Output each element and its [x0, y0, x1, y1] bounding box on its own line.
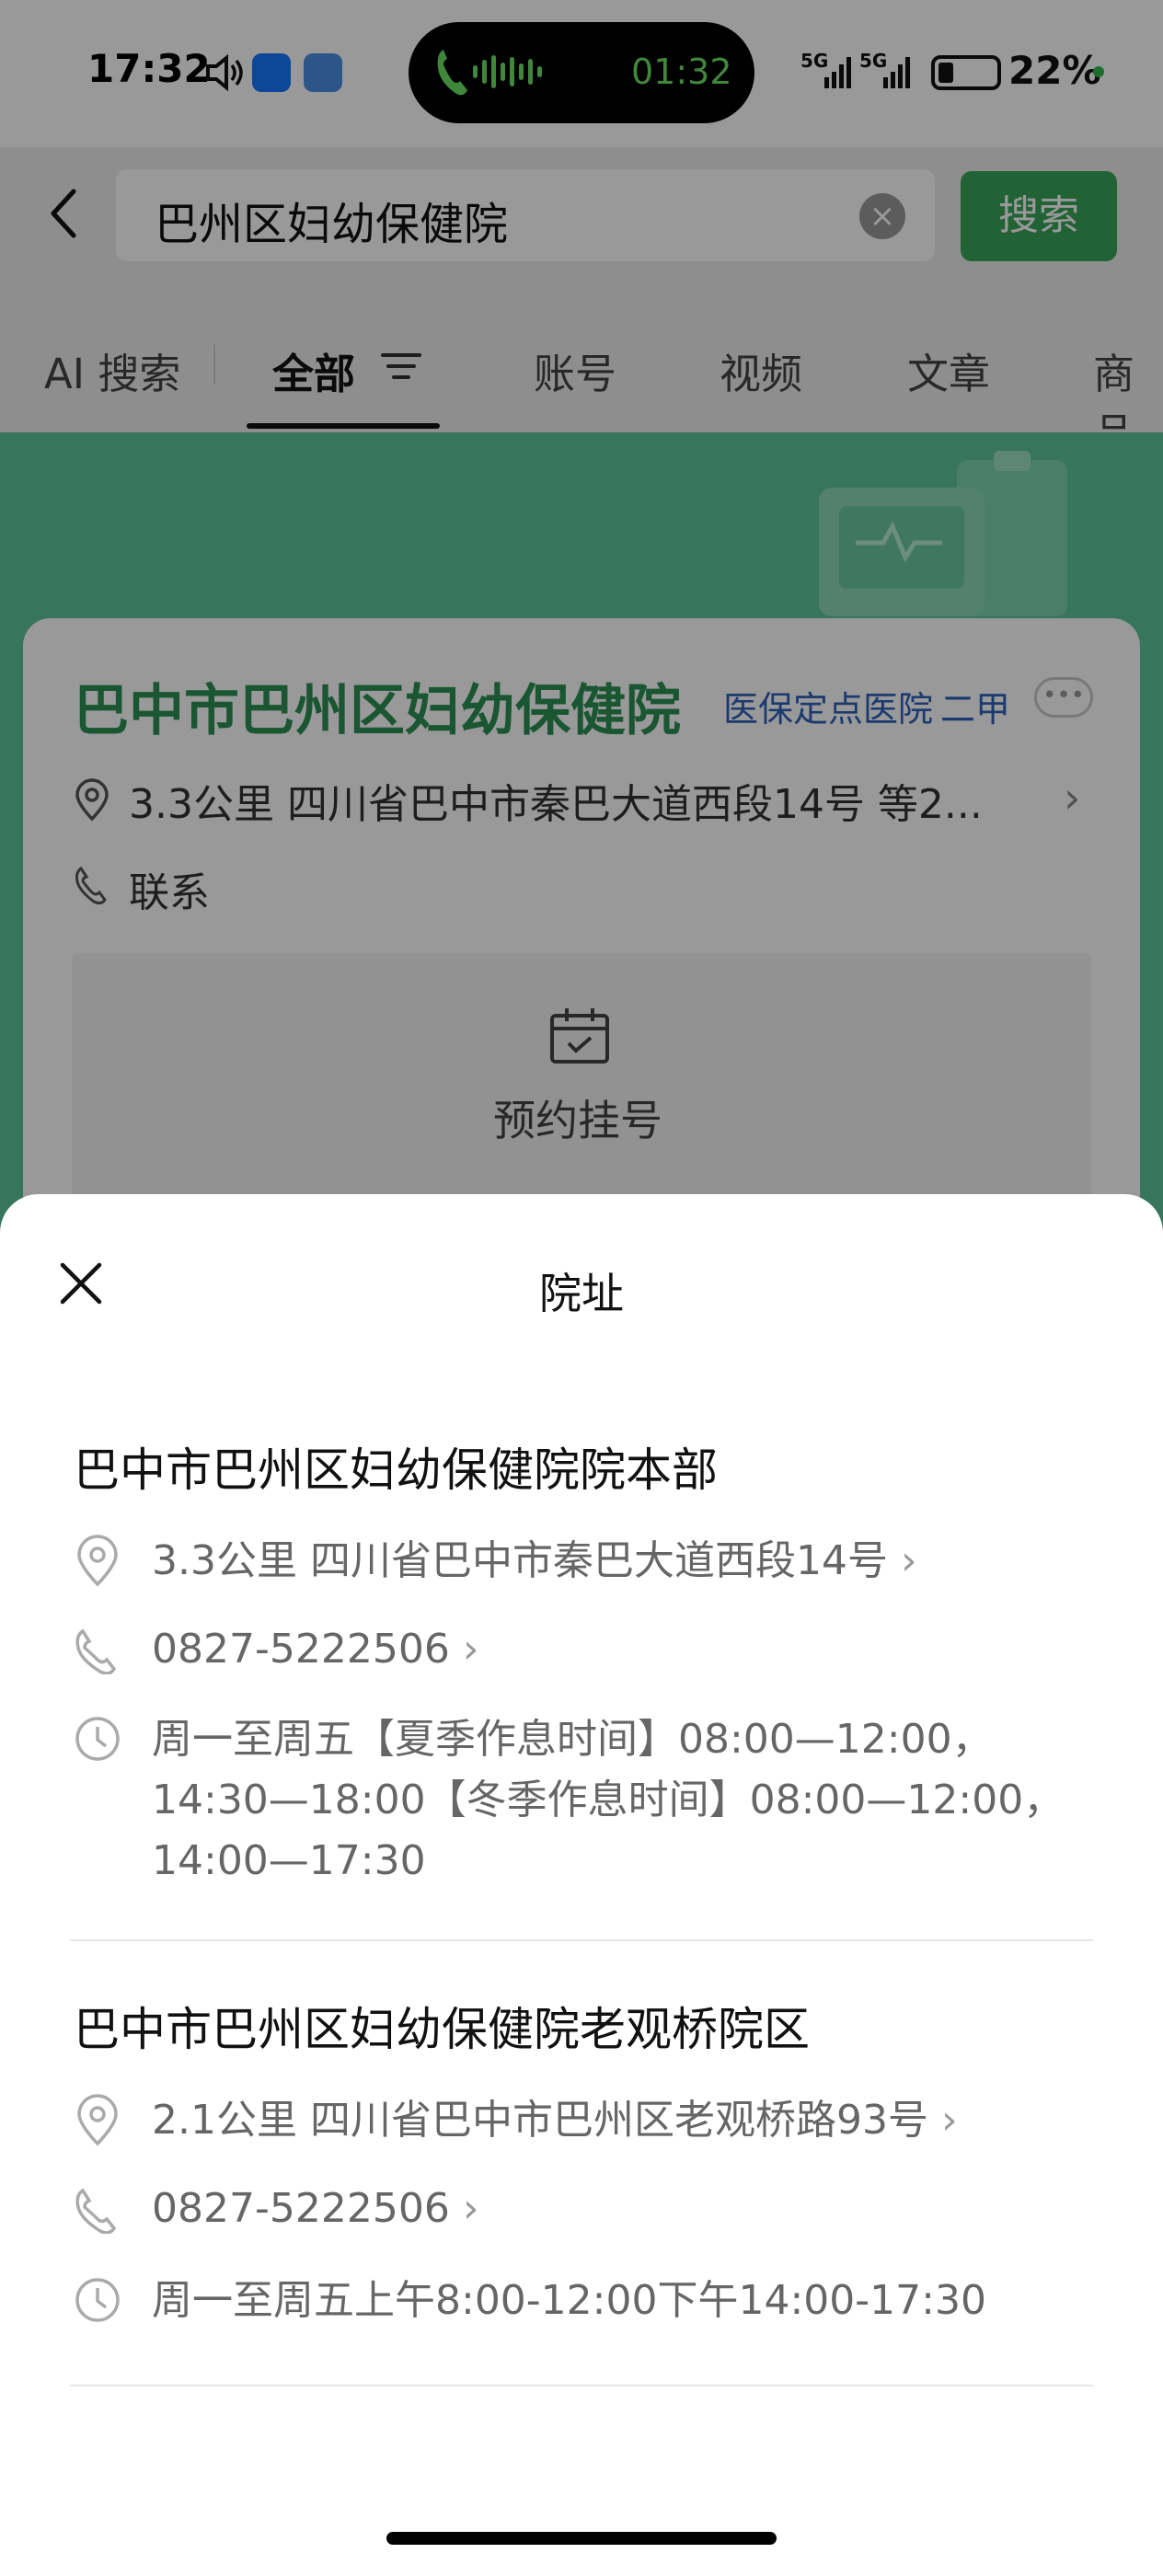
branch-phone-text: 0827-5222506 — [152, 1626, 450, 1673]
clock-icon — [74, 2276, 121, 2324]
hours-line: 14:00—17:30 — [152, 1837, 426, 1884]
divider — [70, 1939, 1093, 1941]
branch-hours: 周一至周五【夏季作息时间】08:00—12:00， 14:30—18:00【冬季… — [152, 1709, 1064, 1892]
home-indicator[interactable] — [386, 2532, 777, 2545]
branch-phone[interactable]: 0827-5222506 › — [152, 1619, 478, 1680]
branch-address-text: 3.3公里 四川省巴中市秦巴大道西段14号 — [152, 1537, 888, 1584]
branch-hours: 周一至周五上午8:00-12:00下午14:00-17:30 — [152, 2271, 986, 2331]
branch-phone[interactable]: 0827-5222506 › — [152, 2179, 478, 2239]
clock-icon — [74, 1715, 121, 1763]
divider — [70, 2385, 1093, 2386]
branch-name: 巴中市巴州区妇幼保健院院本部 — [74, 1443, 718, 1497]
chevron-right-icon: › — [462, 2185, 479, 2232]
sheet-title: 院址 — [539, 1269, 624, 1318]
phone-icon — [74, 1627, 121, 1675]
branch-name: 巴中市巴州区妇幼保健院老观桥院区 — [74, 2003, 810, 2056]
location-pin-icon — [74, 1535, 121, 1587]
chevron-right-icon: › — [900, 1537, 917, 1584]
branch-address[interactable]: 3.3公里 四川省巴中市秦巴大道西段14号 › — [152, 1531, 917, 1592]
branch-address-text: 2.1公里 四川省巴中市巴州区老观桥路93号 — [152, 2097, 928, 2144]
chevron-right-icon: › — [940, 2097, 958, 2144]
hours-line: 14:30—18:00【冬季作息时间】08:00—12:00， — [152, 1777, 1065, 1823]
hours-line: 周一至周五上午8:00-12:00下午14:00-17:30 — [152, 2277, 986, 2324]
branch-address[interactable]: 2.1公里 四川省巴中市巴州区老观桥路93号 › — [152, 2090, 958, 2151]
branch-phone-text: 0827-5222506 — [152, 2185, 450, 2232]
chevron-right-icon: › — [462, 1626, 479, 1673]
hours-line: 周一至周五【夏季作息时间】08:00—12:00， — [152, 1716, 993, 1763]
location-pin-icon — [74, 2094, 121, 2146]
phone-icon — [74, 2186, 121, 2235]
